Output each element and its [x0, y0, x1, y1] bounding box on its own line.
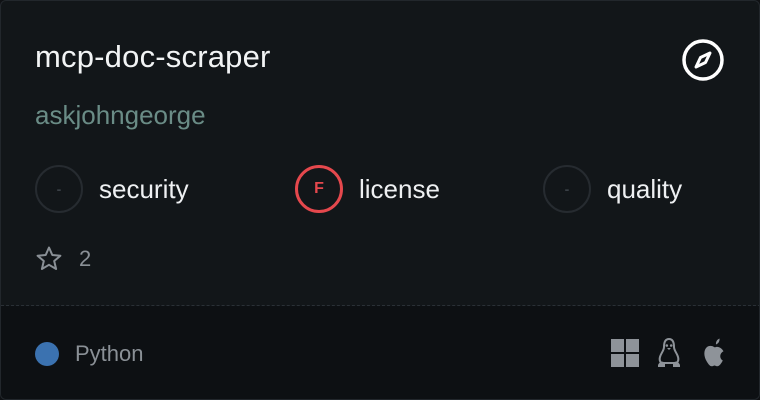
language: Python [35, 341, 144, 367]
compass-icon[interactable] [681, 38, 725, 82]
repo-name[interactable]: mcp-doc-scraper [35, 39, 271, 75]
star-icon [36, 246, 62, 270]
language-dot [35, 342, 59, 366]
linux-icon [658, 337, 680, 367]
language-name: Python [75, 341, 144, 366]
star-count: 2 [79, 246, 92, 271]
quality-grade-badge: - [543, 165, 591, 213]
security-grade-badge: - [35, 165, 83, 213]
metric-security: - security [35, 165, 189, 213]
metric-label: quality [607, 173, 683, 204]
metric-license: F license [295, 165, 440, 213]
license-grade-badge: F [295, 165, 343, 213]
stars: 2 [35, 245, 91, 273]
server-card[interactable]: mcp-doc-scraper askjohngeorge - security… [0, 0, 760, 400]
windows-icon [611, 339, 639, 367]
apple-icon [704, 338, 724, 367]
metric-quality: - quality [543, 165, 682, 213]
repo-owner[interactable]: askjohngeorge [35, 100, 206, 131]
metric-label: license [359, 173, 440, 204]
metric-label: security [99, 173, 189, 204]
